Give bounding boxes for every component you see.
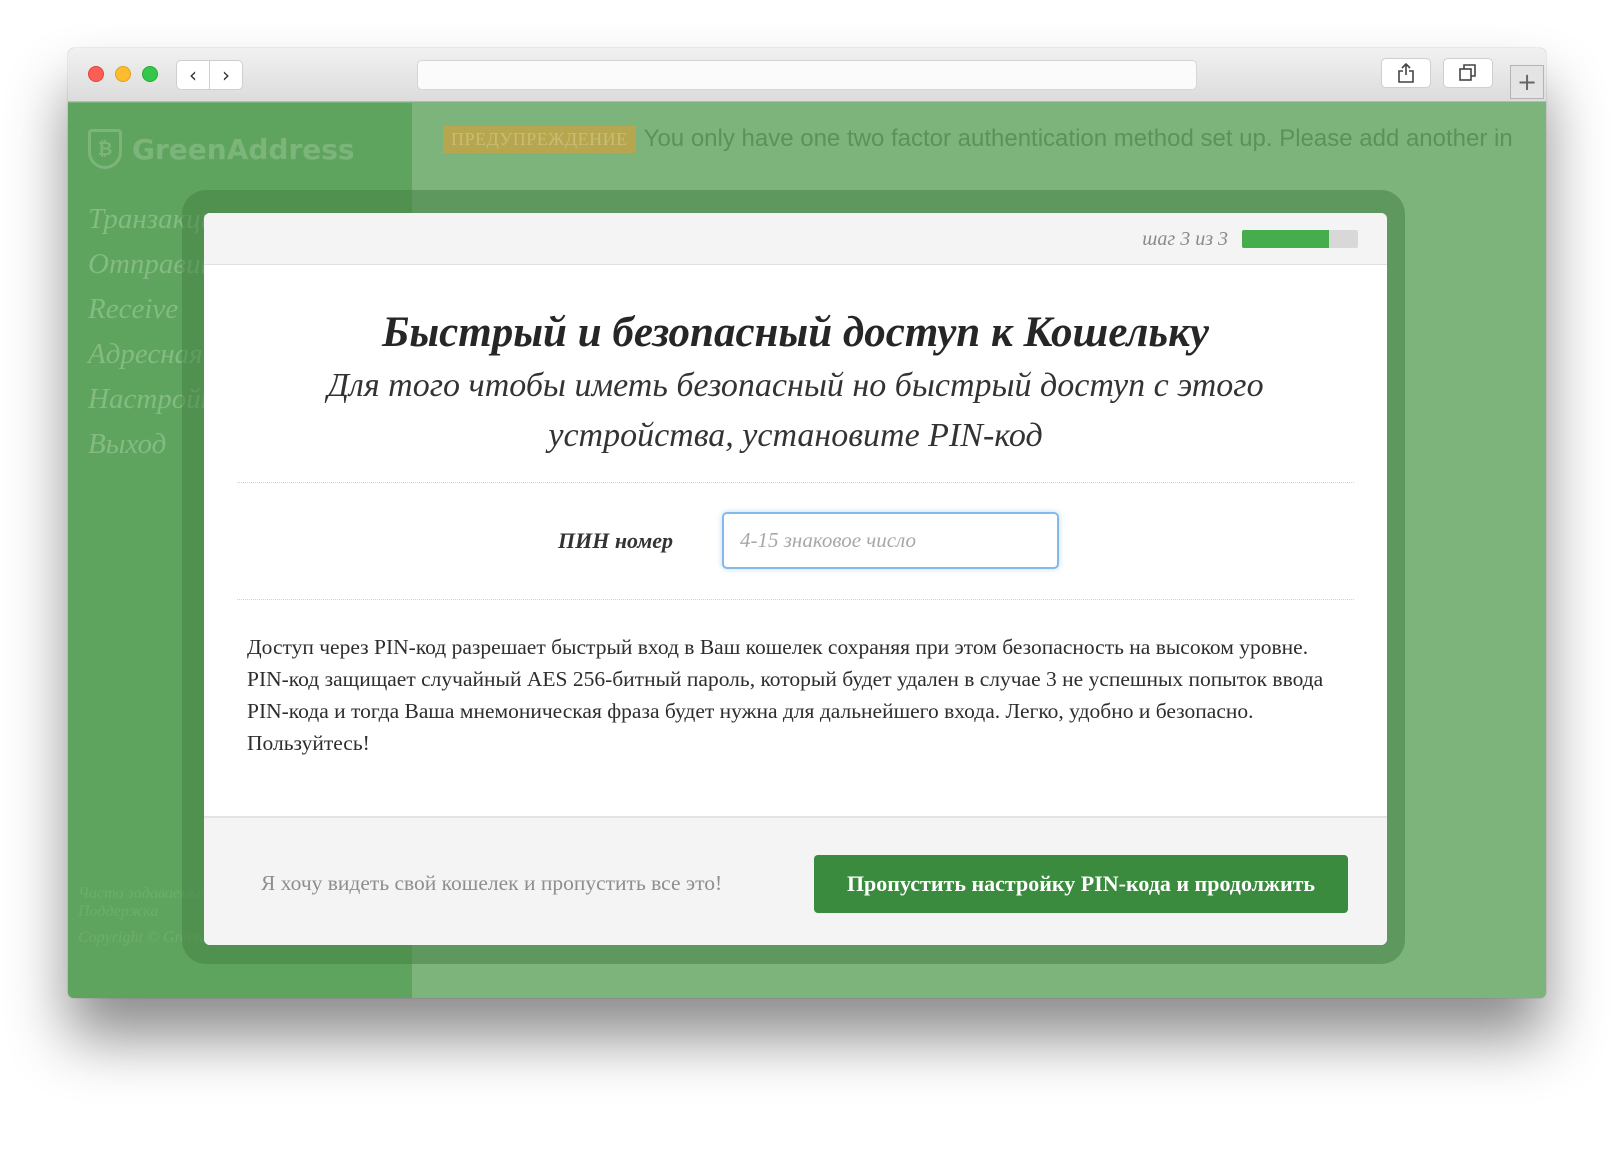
pin-setup-modal: шаг 3 из 3 Быстрый и безопасный доступ к… <box>204 213 1387 945</box>
new-tab-button[interactable]: + <box>1510 65 1544 99</box>
modal-title: Быстрый и безопасный доступ к Кошельку <box>382 309 1209 356</box>
progress-fill <box>1242 230 1329 248</box>
browser-window: ‹ › + ₿ GreenAddress Транзакции Отправит… <box>68 48 1546 998</box>
step-progress-bar <box>1242 230 1358 248</box>
back-button[interactable]: ‹ <box>176 60 210 90</box>
zoom-window-button[interactable] <box>142 66 158 82</box>
pin-info-text: Доступ через PIN-код разрешает быстрый в… <box>247 635 1324 755</box>
browser-toolbar: ‹ › + <box>68 48 1546 102</box>
pin-input[interactable] <box>722 512 1059 569</box>
warning-banner: ПРЕДУПРЕЖДЕНИЕ You only have one two fac… <box>443 125 1513 153</box>
plus-icon: + <box>1516 68 1538 96</box>
minimize-window-button[interactable] <box>115 66 131 82</box>
chevron-left-icon: ‹ <box>189 63 197 87</box>
warning-badge: ПРЕДУПРЕЖДЕНИЕ <box>443 125 636 153</box>
modal-subtitle: Для того чтобы иметь безопасный но быстр… <box>327 367 1264 454</box>
shield-bitcoin-icon: ₿ <box>88 129 122 169</box>
divider <box>237 599 1354 600</box>
step-indicator: шаг 3 из 3 <box>1142 228 1228 250</box>
page-content: ₿ GreenAddress Транзакции Отправить Rece… <box>68 103 1546 998</box>
share-button[interactable] <box>1381 58 1431 88</box>
close-window-button[interactable] <box>88 66 104 82</box>
app-logo: ₿ GreenAddress <box>88 129 355 169</box>
tabs-overview-icon <box>1459 64 1476 81</box>
share-icon <box>1398 63 1414 83</box>
skip-wallet-link[interactable]: Я хочу видеть свой кошелек и пропустить … <box>261 871 722 896</box>
skip-pin-setup-button[interactable]: Пропустить настройку PIN-кода и продолжи… <box>814 855 1348 913</box>
divider <box>237 482 1354 483</box>
address-bar[interactable] <box>417 60 1197 90</box>
chevron-right-icon: › <box>222 63 230 87</box>
logo-text: GreenAddress <box>132 132 355 166</box>
pin-label: ПИН номер <box>558 528 674 553</box>
modal-header: шаг 3 из 3 <box>204 213 1387 265</box>
modal-footer: Я хочу видеть свой кошелек и пропустить … <box>204 816 1387 945</box>
warning-text: You only have one two factor authenticat… <box>643 125 1513 152</box>
forward-button[interactable]: › <box>209 60 243 90</box>
show-tabs-button[interactable] <box>1443 58 1493 88</box>
